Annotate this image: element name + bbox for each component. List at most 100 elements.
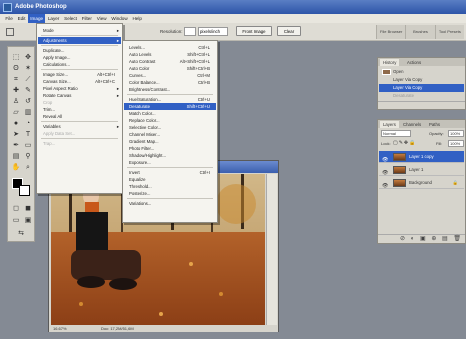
gradient-tool-icon[interactable]: ▥ (23, 108, 33, 117)
image-menu-item[interactable]: Crop (38, 99, 121, 106)
tab-channels[interactable]: Channels (400, 121, 424, 128)
tab-history[interactable]: History (380, 59, 400, 66)
hand-tool-icon[interactable]: ✋ (11, 163, 21, 172)
adjustments-menu-item[interactable]: Match Color... (124, 110, 216, 117)
marquee-tool-icon[interactable]: ⬚ (11, 53, 21, 62)
adjustments-menu-item[interactable]: Invert Ctrl+I (124, 169, 216, 176)
image-menu-item[interactable]: Mode ▸ (38, 27, 121, 34)
magic-wand-icon[interactable]: ✶ (23, 64, 33, 73)
blend-mode-select[interactable]: Normal (381, 130, 411, 137)
tab-layers[interactable]: Layers (380, 121, 399, 128)
eye-icon[interactable]: 👁 (382, 180, 388, 192)
adjustments-menu-item[interactable]: Replace Color... (124, 117, 216, 124)
crop-tool-icon[interactable] (6, 28, 14, 36)
screen-mode-icon[interactable]: ▭ (11, 216, 21, 225)
adjustments-menu-item[interactable]: Selective Color... (124, 124, 216, 131)
image-menu-item[interactable]: Apply Image... (38, 54, 121, 61)
image-menu-item[interactable]: Trap... (38, 140, 121, 147)
slice-tool-icon[interactable]: ⟋ (23, 75, 33, 84)
image-menu-item[interactable]: Rotate Canvas ▸ (38, 92, 121, 99)
adjustments-menu-item[interactable]: Shadow/Highlight... (124, 152, 216, 159)
menu-view[interactable]: View (94, 14, 109, 23)
adjustments-menu-item[interactable]: Auto Contrast Alt+Shift+Ctrl+L (124, 58, 216, 65)
image-menu-item[interactable]: Duplicate... (38, 47, 121, 54)
well-brushes[interactable]: Brushes (405, 25, 434, 39)
pen-tool-icon[interactable]: ✒ (11, 141, 21, 150)
fill-input[interactable]: 100% (448, 140, 464, 147)
resolution-unit-select[interactable]: pixels/inch (198, 27, 228, 36)
document-size-info[interactable]: Doc: 17,2M/51,6M (101, 326, 134, 331)
tab-paths[interactable]: Paths (426, 121, 443, 128)
menu-edit[interactable]: Edit (15, 14, 28, 23)
image-menu-item[interactable]: Image Size... Alt+Ctrl+I (38, 71, 121, 78)
menu-help[interactable]: Help (130, 14, 144, 23)
adjustments-menu-item[interactable]: Auto Color Shift+Ctrl+B (124, 65, 216, 72)
full-screen-mode-icon[interactable]: ▣ (23, 216, 33, 225)
image-menu-item[interactable]: Pixel Aspect Ratio ▸ (38, 85, 121, 92)
adjustments-menu-item[interactable]: Equalize (124, 176, 216, 183)
adjustments-menu-item[interactable]: Desaturate Shift+Ctrl+U (124, 103, 216, 110)
crop-tool-icon[interactable]: ⌗ (11, 75, 21, 84)
adjustments-menu-item[interactable]: Color Balance... Ctrl+B (124, 79, 216, 86)
menu-window[interactable]: Window (109, 14, 130, 23)
well-tool-presets[interactable]: Tool Presets (434, 25, 464, 39)
well-file-browser[interactable]: File Browser (376, 25, 405, 39)
adjustments-menu-item[interactable]: Threshold... (124, 183, 216, 190)
adjustments-menu-item[interactable]: Brightness/Contrast... (124, 86, 216, 93)
adjustments-menu-item[interactable]: Gradient Map... (124, 138, 216, 145)
image-menu-item[interactable]: Reveal All (38, 113, 121, 120)
shape-tool-icon[interactable]: ▭ (23, 141, 33, 150)
layer-row[interactable]: 👁 Layer 1 copy (379, 151, 464, 163)
background-color-swatch[interactable] (19, 185, 30, 196)
history-item[interactable]: Open (379, 68, 464, 76)
eyedropper-icon[interactable]: ⚲ (23, 152, 33, 161)
tab-actions[interactable]: Actions (404, 59, 424, 66)
lock-icons[interactable]: ▢✎✥🔒 (393, 140, 416, 146)
image-menu-item[interactable]: Apply Data Set... (38, 130, 121, 137)
adjustments-menu-item[interactable]: Exposure... (124, 159, 216, 166)
brush-tool-icon[interactable]: ✎ (23, 86, 33, 95)
history-item[interactable]: Layer Via Copy (379, 76, 464, 84)
image-menu-item[interactable]: Canvas Size... Alt+Ctrl+C (38, 78, 121, 85)
image-menu-item[interactable]: Calculations... (38, 61, 121, 68)
opacity-input[interactable]: 100% (448, 130, 464, 137)
history-brush-icon[interactable]: ↺ (23, 97, 33, 106)
front-image-button[interactable]: Front Image (236, 26, 272, 36)
adjustments-menu-item[interactable]: Channel Mixer... (124, 131, 216, 138)
zoom-tool-icon[interactable]: ⌕ (23, 163, 33, 172)
type-tool-icon[interactable]: T (23, 130, 33, 139)
dodge-tool-icon[interactable]: ◔ (23, 119, 33, 128)
path-select-icon[interactable]: ➤ (11, 130, 21, 139)
imageready-jump-icon[interactable]: ⇆ (16, 229, 26, 238)
menu-image[interactable]: Image (27, 14, 46, 23)
adjustments-menu-item[interactable]: Levels... Ctrl+L (124, 44, 216, 51)
layer-row[interactable]: 👁 Background 🔒 (379, 177, 464, 189)
layer-row[interactable]: 👁 Layer 1 (379, 164, 464, 176)
notes-tool-icon[interactable]: ▤ (11, 152, 21, 161)
resolution-input[interactable] (184, 27, 196, 36)
menu-select[interactable]: Select (62, 14, 80, 23)
healing-brush-icon[interactable]: ✚ (11, 86, 21, 95)
lasso-tool-icon[interactable]: ʘ (11, 64, 21, 73)
eraser-tool-icon[interactable]: ▱ (11, 108, 21, 117)
quick-mask-icon[interactable]: ◼ (23, 204, 33, 213)
clear-button[interactable]: Clear (277, 26, 301, 36)
menu-file[interactable]: File (3, 14, 15, 23)
adjustments-menu-item[interactable]: Photo Filter... (124, 145, 216, 152)
image-menu-item[interactable]: Trim... (38, 106, 121, 113)
blur-tool-icon[interactable]: ● (11, 119, 21, 128)
document-vertical-scrollbar[interactable] (266, 174, 277, 325)
menu-layer[interactable]: Layer (45, 14, 61, 23)
image-menu-item[interactable]: Adjustments ▸ (38, 37, 121, 44)
history-item[interactable]: Desaturate (379, 92, 464, 100)
move-tool-icon[interactable]: ✥ (23, 53, 33, 62)
stamp-tool-icon[interactable]: ♙ (11, 97, 21, 106)
layers-panel-footer[interactable]: ⊘ ◐ ▣ ⊕ ▤ 🗑 (378, 234, 465, 243)
menu-filter[interactable]: Filter (79, 14, 94, 23)
image-menu-item[interactable]: Variables ▸ (38, 123, 121, 130)
standard-mode-icon[interactable]: ◻ (11, 204, 21, 213)
adjustments-menu-item[interactable]: Curves... Ctrl+M (124, 72, 216, 79)
adjustments-menu-item[interactable]: Posterize... (124, 190, 216, 197)
adjustments-menu-item[interactable]: Hue/Saturation... Ctrl+U (124, 96, 216, 103)
history-item[interactable]: Layer Via Copy (379, 84, 464, 92)
